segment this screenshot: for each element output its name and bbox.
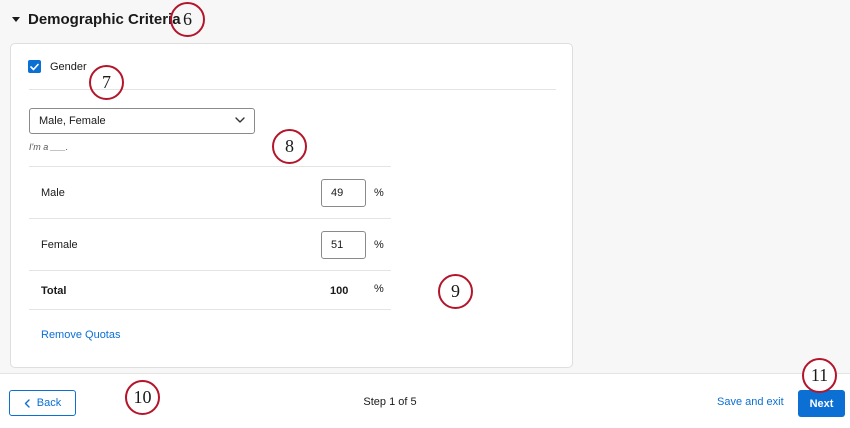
callout-marker: 7 bbox=[89, 65, 124, 100]
step-indicator: Step 1 of 5 bbox=[363, 396, 417, 408]
gender-select[interactable]: Male, Female bbox=[29, 108, 255, 134]
callout-marker: 6 bbox=[170, 2, 205, 37]
gender-checkbox-label: Gender bbox=[50, 60, 87, 73]
checkmark-icon bbox=[30, 63, 39, 70]
quota-input-male[interactable]: 49 bbox=[321, 179, 366, 207]
caret-down-icon[interactable] bbox=[12, 16, 20, 22]
section-header[interactable]: Demographic Criteria bbox=[12, 8, 181, 30]
section-title: Demographic Criteria bbox=[28, 10, 181, 28]
total-value: 100 bbox=[330, 285, 349, 297]
gender-checkbox-row[interactable]: Gender bbox=[28, 60, 87, 73]
callout-marker: 9 bbox=[438, 274, 473, 309]
percent-symbol: % bbox=[374, 239, 384, 251]
gender-select-value: Male, Female bbox=[39, 115, 106, 127]
total-label: Total bbox=[41, 285, 67, 297]
gender-checkbox[interactable] bbox=[28, 60, 41, 73]
quota-total-row: Total 100 % bbox=[29, 270, 391, 310]
callout-marker: 8 bbox=[272, 129, 307, 164]
callout-marker: 10 bbox=[125, 380, 160, 415]
callout-marker: 11 bbox=[802, 358, 837, 393]
quota-label-male: Male bbox=[41, 187, 65, 199]
next-button[interactable]: Next bbox=[798, 390, 845, 417]
remove-quotas-link[interactable]: Remove Quotas bbox=[41, 329, 120, 341]
quota-table: Male 49 % Female 51 % Total 100 % bbox=[29, 166, 391, 310]
quota-row: Male 49 % bbox=[29, 166, 391, 218]
percent-symbol: % bbox=[374, 187, 384, 199]
save-and-exit-link[interactable]: Save and exit bbox=[717, 396, 784, 408]
quota-row: Female 51 % bbox=[29, 218, 391, 270]
percent-symbol: % bbox=[374, 283, 384, 295]
quota-input-female[interactable]: 51 bbox=[321, 231, 366, 259]
chevron-down-icon bbox=[235, 117, 245, 123]
quota-label-female: Female bbox=[41, 239, 78, 251]
select-hint: I'm a ___. bbox=[29, 142, 69, 152]
